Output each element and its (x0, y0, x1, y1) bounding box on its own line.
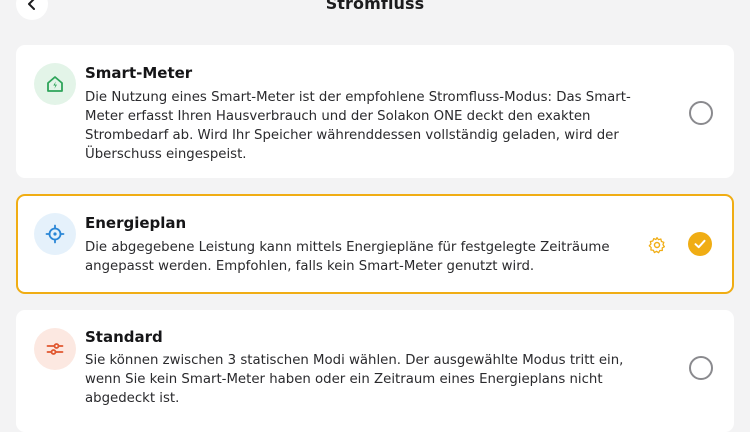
smart-meter-icon-badge (34, 63, 76, 105)
target-icon (45, 224, 65, 244)
mode-title: Standard (85, 328, 163, 346)
description-line: Sie können zwischen 3 statischen Modi wä… (85, 353, 624, 368)
description-line: abgedeckt ist. (85, 391, 180, 406)
description-line: wenn Sie kein Smart-Meter haben oder ein… (85, 372, 603, 387)
mode-radio-energieplan[interactable] (688, 232, 712, 256)
mode-title: Energieplan (85, 214, 187, 232)
description-line: Meter erfasst Ihren Hausverbrauch und de… (85, 109, 591, 124)
page-title: Stromfluss (325, 0, 425, 13)
mode-card-smart-meter[interactable]: Smart-Meter Die Nutzung eines Smart-Mete… (16, 45, 734, 178)
mode-card-standard[interactable]: Standard Sie können zwischen 3 statische… (16, 310, 734, 432)
description-line: Überschuss eingespeist. (85, 147, 247, 162)
mode-description: Die abgegebene Leistung kann mittels Ene… (85, 238, 665, 276)
description-line: Die abgegebene Leistung kann mittels Ene… (85, 240, 610, 255)
mode-radio-smart-meter[interactable] (689, 101, 713, 125)
mode-description: Die Nutzung eines Smart-Meter ist der em… (85, 88, 665, 164)
home-energy-icon (45, 74, 65, 94)
sliders-icon (45, 339, 65, 359)
mode-radio-standard[interactable] (689, 356, 713, 380)
description-line: Die Nutzung eines Smart-Meter ist der em… (85, 90, 631, 105)
mode-title: Smart-Meter (85, 64, 193, 82)
energieplan-icon-badge (34, 213, 76, 255)
description-line: angepasst werden. Empfohlen, falls kein … (85, 259, 535, 274)
checkmark-icon (693, 237, 707, 251)
gear-icon[interactable] (648, 236, 666, 254)
header: Stromfluss (0, 0, 750, 30)
standard-icon-badge (34, 328, 76, 370)
mode-description: Sie können zwischen 3 statischen Modi wä… (85, 351, 665, 408)
description-line: Strombedarf ab. Wird Ihr Speicher währen… (85, 128, 619, 143)
mode-card-energieplan[interactable]: Energieplan Die abgegebene Leistung kann… (16, 194, 734, 294)
